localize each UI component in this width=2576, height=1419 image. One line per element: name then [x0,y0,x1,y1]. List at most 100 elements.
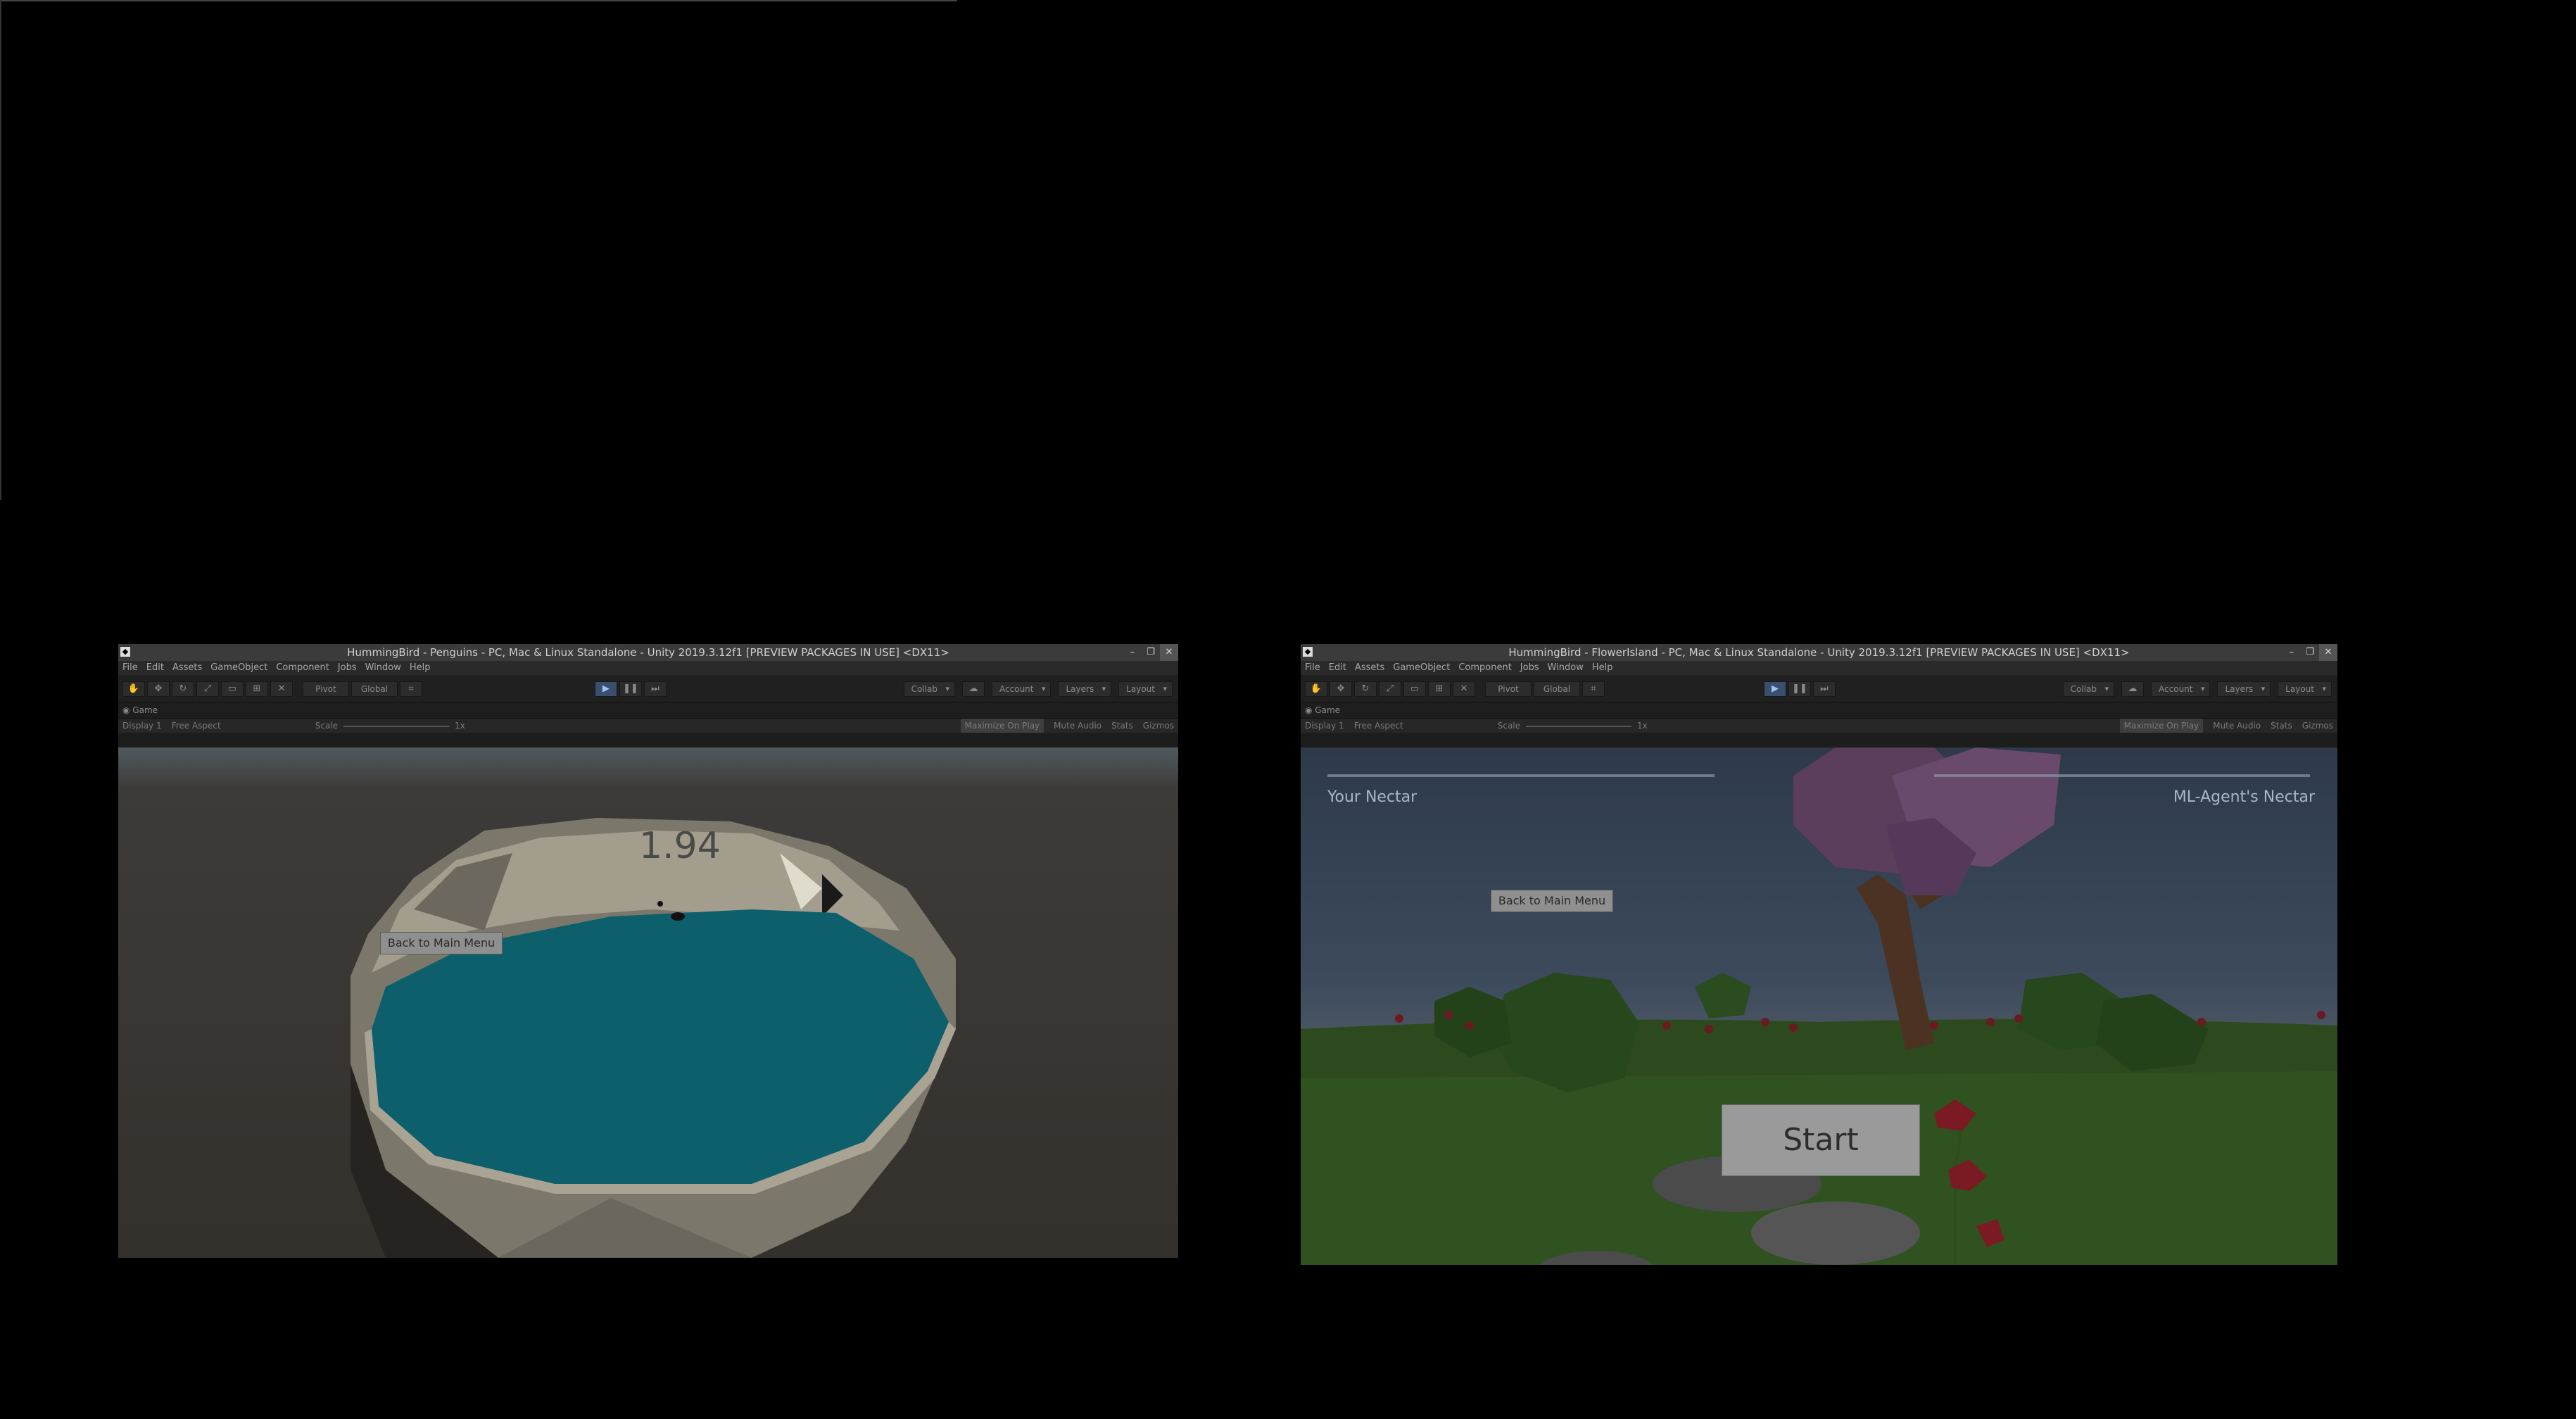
menu-window[interactable]: Window [1548,661,1584,675]
main-toolbar: ✋ ✥ ↻ ⤢ ▭ ⊞ ✕ Pivot Global ⌗ ▶ ❚❚ ⏭ Coll… [118,675,1178,702]
scale-track[interactable] [1526,725,1632,727]
stats-toggle[interactable]: Stats [2271,719,2292,733]
back-to-main-menu-button[interactable]: Back to Main Menu [1491,890,1613,912]
your-nectar-bar [1327,774,1715,777]
playback-controls: ▶ ❚❚ ⏭ [1764,681,1836,697]
toolbar-right: Collab ☁ Account Layers Layout [2062,681,2332,697]
rect-tool-icon[interactable]: ▭ [1403,681,1426,697]
cloud-icon[interactable]: ☁ [962,681,985,697]
account-dropdown[interactable]: Account [992,681,1052,697]
snap-icon[interactable]: ⌗ [1582,681,1605,697]
play-icon[interactable]: ▶ [595,681,617,697]
scale-slider[interactable]: Scale 1x [1498,719,1648,733]
menu-gameobject[interactable]: GameObject [1393,661,1450,675]
menu-assets[interactable]: Assets [1355,661,1384,675]
menu-bar: File Edit Assets GameObject Component Jo… [1301,661,2337,675]
close-icon[interactable]: ✕ [2319,644,2337,661]
pivot-group: Pivot Global ⌗ [1485,681,1605,697]
menu-window[interactable]: Window [365,661,401,675]
transform-tool-icon[interactable]: ⊞ [246,681,268,697]
account-dropdown[interactable]: Account [2151,681,2211,697]
menu-help[interactable]: Help [1592,661,1613,675]
game-view-bar: Display 1 Free Aspect Scale 1x Maximize O… [118,719,1178,733]
minimize-icon[interactable]: – [1123,644,1142,661]
penguin-scene [118,748,1178,1258]
menu-edit[interactable]: Edit [1329,661,1346,675]
scale-tool-icon[interactable]: ⤢ [196,681,219,697]
global-toggle[interactable]: Global [351,681,398,697]
pause-icon[interactable]: ❚❚ [619,681,642,697]
layers-dropdown[interactable]: Layers [1058,681,1112,697]
aspect-dropdown[interactable]: Free Aspect [172,719,221,733]
stats-toggle[interactable]: Stats [1111,719,1133,733]
game-tab-label: Game [1315,705,1341,715]
gizmos-dropdown[interactable]: Gizmos [1143,719,1174,733]
hand-tool-icon[interactable]: ✋ [122,681,145,697]
layers-dropdown[interactable]: Layers [2217,681,2271,697]
aspect-dropdown[interactable]: Free Aspect [1354,719,1403,733]
layout-dropdown[interactable]: Layout [2278,681,2332,697]
rotate-tool-icon[interactable]: ↻ [172,681,194,697]
move-tool-icon[interactable]: ✥ [1330,681,1352,697]
menu-jobs[interactable]: Jobs [1520,661,1539,675]
maximize-icon[interactable]: ❐ [2301,644,2319,661]
scale-track[interactable] [343,725,450,727]
window-controls: – ❐ ✕ [2283,644,2337,661]
menu-jobs[interactable]: Jobs [338,661,357,675]
play-icon[interactable]: ▶ [1764,681,1786,697]
rotate-tool-icon[interactable]: ↻ [1354,681,1377,697]
menu-file[interactable]: File [122,661,138,675]
menu-help[interactable]: Help [410,661,431,675]
game-tab[interactable]: ◉ Game [118,702,1178,719]
menu-component[interactable]: Component [1458,661,1511,675]
cloud-icon[interactable]: ☁ [2121,681,2145,697]
back-to-main-menu-button[interactable]: Back to Main Menu [380,932,503,954]
game-viewport[interactable]: Your Nectar ML-Agent's Nectar Back to Ma… [1301,748,2337,1265]
global-toggle[interactable]: Global [1534,681,1580,697]
title-bar: ◆ HummingBird - FlowerIsland - PC, Mac &… [1301,644,2337,661]
unity-window-penguins: ◆ HummingBird - Penguins - PC, Mac & Lin… [118,644,1178,1258]
pivot-group: Pivot Global ⌗ [303,681,422,697]
rect-tool-icon[interactable]: ▭ [221,681,244,697]
title-bar: ◆ HummingBird - Penguins - PC, Mac & Lin… [118,644,1178,661]
collab-dropdown[interactable]: Collab [903,681,956,697]
hand-tool-icon[interactable]: ✋ [1305,681,1327,697]
gizmos-dropdown[interactable]: Gizmos [2302,719,2333,733]
flower-island-scene [1301,748,2337,1265]
move-tool-icon[interactable]: ✥ [147,681,170,697]
playback-controls: ▶ ❚❚ ⏭ [595,681,667,697]
mute-audio-toggle[interactable]: Mute Audio [1054,719,1101,733]
scale-slider[interactable]: Scale 1x [315,719,465,733]
minimize-icon[interactable]: – [2283,644,2301,661]
your-nectar-label: Your Nectar [1327,788,1418,806]
start-button[interactable]: Start [1722,1104,1920,1176]
display-dropdown[interactable]: Display 1 [122,719,162,733]
transform-tool-icon[interactable]: ⊞ [1428,681,1451,697]
custom-tool-icon[interactable]: ✕ [1453,681,1475,697]
collab-dropdown[interactable]: Collab [2062,681,2115,697]
menu-edit[interactable]: Edit [146,661,164,675]
snap-icon[interactable]: ⌗ [400,681,422,697]
mute-audio-toggle[interactable]: Mute Audio [2213,719,2261,733]
layout-dropdown[interactable]: Layout [1118,681,1173,697]
menu-component[interactable]: Component [276,661,329,675]
game-viewport[interactable]: 1.94 Back to Main Menu [118,748,1178,1258]
pivot-toggle[interactable]: Pivot [303,681,349,697]
pause-icon[interactable]: ❚❚ [1788,681,1811,697]
close-icon[interactable]: ✕ [1160,644,1178,661]
maximize-icon[interactable]: ❐ [1142,644,1160,661]
maximize-on-play-toggle[interactable]: Maximize On Play [2119,719,2204,733]
menu-gameobject[interactable]: GameObject [210,661,267,675]
menu-file[interactable]: File [1305,661,1320,675]
window-title: HummingBird - Penguins - PC, Mac & Linux… [347,646,949,659]
menu-assets[interactable]: Assets [172,661,202,675]
pivot-toggle[interactable]: Pivot [1485,681,1532,697]
display-dropdown[interactable]: Display 1 [1305,719,1344,733]
step-icon[interactable]: ⏭ [644,681,667,697]
custom-tool-icon[interactable]: ✕ [270,681,293,697]
maximize-on-play-toggle[interactable]: Maximize On Play [960,719,1044,733]
scale-label: Scale [1497,721,1521,731]
scale-tool-icon[interactable]: ⤢ [1379,681,1401,697]
game-tab[interactable]: ◉ Game [1301,702,2337,719]
step-icon[interactable]: ⏭ [1813,681,1836,697]
